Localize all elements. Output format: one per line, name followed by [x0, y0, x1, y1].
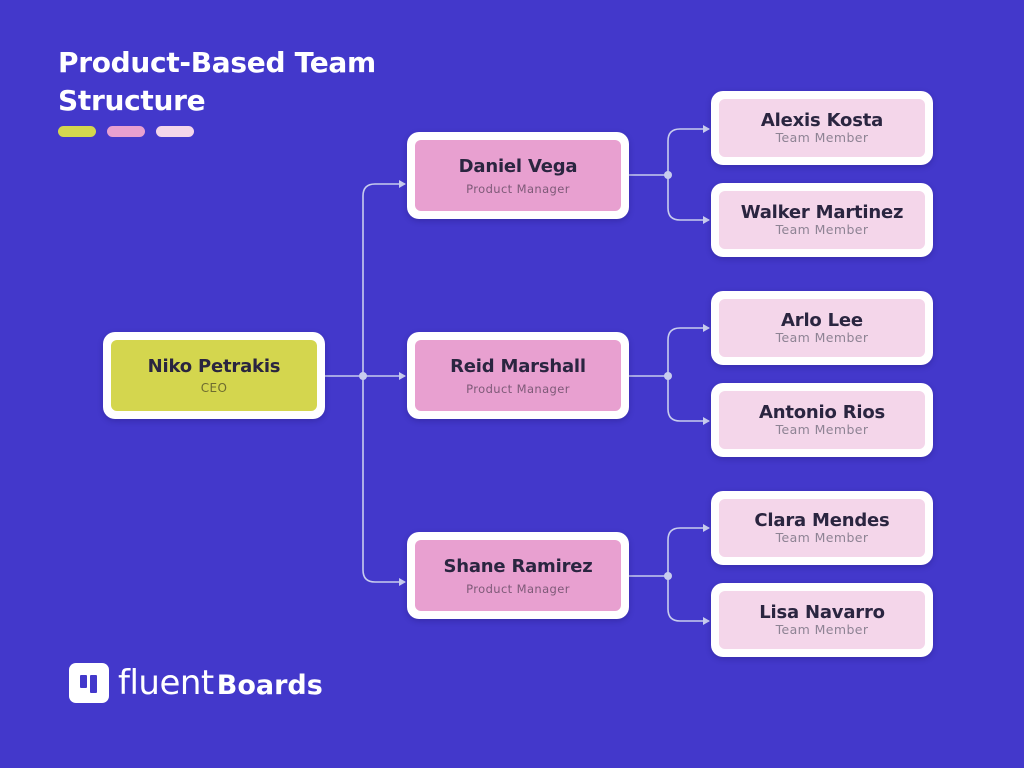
connector-m1-member-2: [667, 175, 710, 224]
member-card-3-1[interactable]: Clara Mendes Team Member: [711, 491, 933, 565]
manager-name: Daniel Vega: [458, 155, 578, 177]
manager-card-body: Reid Marshall Product Manager: [415, 340, 621, 411]
ceo-card[interactable]: Niko Petrakis CEO: [103, 332, 325, 419]
junction-dot-m2: [664, 372, 672, 380]
member-role: Team Member: [775, 222, 869, 237]
member-card-body: Lisa Navarro Team Member: [719, 591, 925, 649]
manager-card-1[interactable]: Daniel Vega Product Manager: [407, 132, 629, 219]
brand-logo: fluent Boards: [69, 660, 323, 706]
manager-role: Product Manager: [466, 581, 570, 596]
member-role: Team Member: [775, 422, 869, 437]
manager-role: Product Manager: [466, 181, 570, 196]
member-card-body: Arlo Lee Team Member: [719, 299, 925, 357]
member-name: Arlo Lee: [781, 310, 863, 331]
ceo-role: CEO: [200, 381, 228, 395]
junction-dot-m1: [664, 171, 672, 179]
ceo-card-body: Niko Petrakis CEO: [111, 340, 317, 411]
member-card-1-2[interactable]: Walker Martinez Team Member: [711, 183, 933, 257]
member-name: Antonio Rios: [758, 402, 886, 423]
manager-name: Reid Marshall: [450, 355, 586, 377]
member-card-2-1[interactable]: Arlo Lee Team Member: [711, 291, 933, 365]
member-role: Team Member: [775, 330, 869, 345]
junction-dot-m3: [664, 572, 672, 580]
manager-card-3[interactable]: Shane Ramirez Product Manager: [407, 532, 629, 619]
brand-name-part2: Boards: [216, 670, 323, 701]
connector-m2-member-1: [667, 324, 710, 376]
connector-to-manager-1: [362, 180, 406, 376]
connector-m1-member-1: [667, 125, 710, 175]
connector-m3-member-1: [667, 524, 710, 576]
manager-role: Product Manager: [466, 381, 570, 396]
brand-name-part1: fluent: [118, 663, 214, 703]
manager-card-body: Daniel Vega Product Manager: [415, 140, 621, 211]
member-role: Team Member: [775, 530, 869, 545]
connector-m2-member-2: [667, 376, 710, 425]
member-name: Clara Mendes: [754, 510, 890, 531]
member-card-3-2[interactable]: Lisa Navarro Team Member: [711, 583, 933, 657]
member-card-body: Walker Martinez Team Member: [719, 191, 925, 249]
member-card-2-2[interactable]: Antonio Rios Team Member: [711, 383, 933, 457]
member-name: Walker Martinez: [740, 202, 904, 223]
connector-m3-member-2: [667, 576, 710, 625]
member-card-body: Alexis Kosta Team Member: [719, 99, 925, 157]
member-card-body: Antonio Rios Team Member: [719, 391, 925, 449]
manager-name: Shane Ramirez: [443, 555, 593, 577]
member-role: Team Member: [775, 622, 869, 637]
connector-to-manager-3: [362, 376, 406, 586]
member-card-body: Clara Mendes Team Member: [719, 499, 925, 557]
boards-icon: [69, 663, 109, 703]
manager-card-body: Shane Ramirez Product Manager: [415, 540, 621, 611]
ceo-name: Niko Petrakis: [147, 356, 281, 377]
member-card-1-1[interactable]: Alexis Kosta Team Member: [711, 91, 933, 165]
manager-card-2[interactable]: Reid Marshall Product Manager: [407, 332, 629, 419]
junction-dot-ceo: [359, 372, 367, 380]
member-name: Lisa Navarro: [759, 602, 885, 623]
member-role: Team Member: [775, 130, 869, 145]
member-name: Alexis Kosta: [760, 110, 884, 131]
